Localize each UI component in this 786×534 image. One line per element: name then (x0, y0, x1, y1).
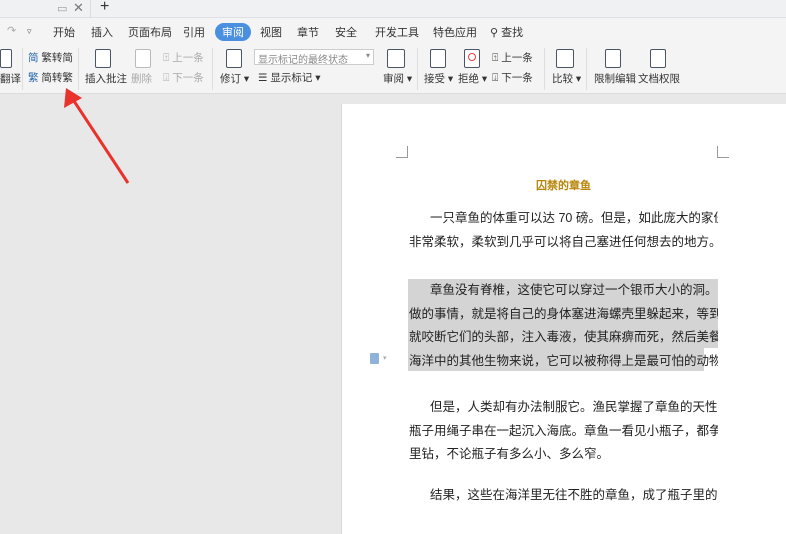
text-line: 海洋中的其他生物来说，它可以被称得上是最可怕的动物之一。 (409, 353, 718, 368)
text-line: 结果，这些在海洋里无往不胜的章鱼，成了瓶子里的囚徒，变成 (430, 488, 718, 502)
paragraph[interactable]: 结果，这些在海洋里无往不胜的章鱼，成了瓶子里的囚徒，变成 (409, 484, 718, 508)
text-line: 做的事情，就是将自己的身体塞进海螺壳里躲起来，等到鱼虾走近， (409, 306, 718, 321)
text-line: 就咬断它们的头部，注入毒液，使其麻痹而死，然后美餐一顿。对于 (409, 330, 718, 344)
paragraph-menu-icon[interactable] (370, 353, 379, 364)
paragraph[interactable]: 章鱼没有脊椎，这使它可以穿过一个银币大小的洞。它们最喜欢做的事情，就是将自己的身… (409, 279, 718, 373)
margin-corner (396, 146, 408, 158)
text-line: 瓶子用绳子串在一起沉入海底。章鱼一看见小瓶子，都争先恐后地往 (409, 423, 718, 438)
paragraph[interactable]: 一只章鱼的体重可以达 70 磅。但是，如此庞大的家伙，身体却非常柔软，柔软到几乎… (409, 207, 718, 254)
text-line: 非常柔软，柔软到几乎可以将自己塞进任何想去的地方。 (409, 234, 718, 249)
text-line: 章鱼没有脊椎，这使它可以穿过一个银币大小的洞。它们最喜欢 (430, 283, 718, 297)
document-title: 囚禁的章鱼 (536, 180, 591, 192)
text-line: 但是，人类却有办法制服它。渔民掌握了章鱼的天性，他们将小 (430, 400, 718, 414)
text-line: 一只章鱼的体重可以达 70 磅。但是，如此庞大的家伙，身体却 (430, 211, 718, 225)
margin-corner (717, 146, 729, 158)
paragraph[interactable]: 但是，人类却有办法制服它。渔民掌握了章鱼的天性，他们将小瓶子用绳子串在一起沉入海… (409, 396, 718, 467)
text-line: 里钻，不论瓶子有多么小、多么窄。 (409, 447, 610, 461)
chevron-down-icon[interactable]: ▾ (383, 354, 387, 362)
